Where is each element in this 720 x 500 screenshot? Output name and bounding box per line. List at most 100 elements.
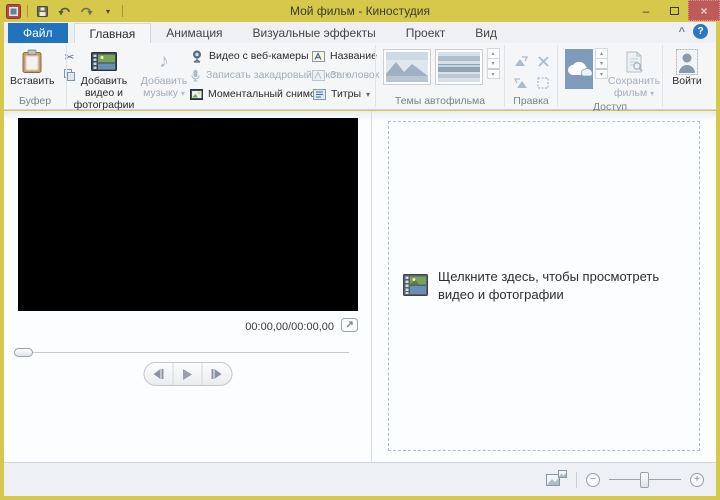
tab-animation[interactable]: Анимация: [151, 23, 237, 43]
video-preview[interactable]: [18, 118, 358, 311]
movie-maker-window: ▾ Мой фильм - Киностудия – × Файл Главна…: [0, 0, 720, 500]
time-row: 00:00,00/00:00,00: [245, 318, 358, 335]
group-add: Добавить видео и фотографии ♪ Добавить м…: [67, 43, 375, 109]
next-frame-button[interactable]: [202, 363, 231, 385]
tab-home[interactable]: Главная: [74, 23, 152, 43]
redo-icon[interactable]: [78, 3, 94, 19]
timecode: 00:00,00/00:00,00: [245, 321, 334, 333]
theme-contemporary-thumbnail[interactable]: [435, 49, 483, 85]
dropdown-icon: ▾: [366, 90, 370, 99]
statusbar-controls: − +: [546, 463, 704, 496]
caption-button[interactable]: Заголовок: [312, 67, 372, 83]
credits-button[interactable]: Титры ▾: [312, 86, 372, 102]
browse-media-dropzone[interactable]: Щелкните здесь, чтобы просмотреть видео …: [388, 121, 700, 451]
tabstrip-right-controls: ^ ?: [679, 24, 708, 39]
signin-button[interactable]: Войти: [669, 46, 704, 87]
qat-separator: [27, 5, 28, 17]
save-icon[interactable]: [34, 3, 50, 19]
credits-icon: [312, 89, 326, 100]
rotate-right-icon[interactable]: [512, 74, 530, 92]
caption-icon: [312, 70, 325, 81]
title-icon: [312, 51, 325, 62]
save-movie-icon: [625, 48, 643, 75]
tab-file[interactable]: Файл: [8, 23, 68, 43]
add-videos-photos-button[interactable]: Добавить видео и фотографии: [70, 46, 138, 111]
qat-customize-dropdown-icon[interactable]: ▾: [100, 3, 116, 19]
previous-frame-button[interactable]: [144, 363, 173, 385]
add-minicol-text: Название Заголовок Титры ▾: [312, 46, 372, 102]
snapshot-button[interactable]: Моментальный снимок: [190, 86, 312, 102]
seek-handle[interactable]: [14, 348, 33, 357]
undo-icon[interactable]: [56, 3, 72, 19]
app-icon[interactable]: [6, 4, 21, 19]
group-clipboard: Вставить ✂ Буфер: [4, 43, 66, 109]
paste-button[interactable]: Вставить: [7, 46, 58, 87]
group-label-edit: Правка: [505, 94, 557, 109]
ribbon-tabstrip: Файл Главная Анимация Визуальные эффекты…: [4, 22, 716, 43]
add-minicol-capture: Видео с веб-камеры Записать закадровый т…: [190, 46, 312, 102]
play-button[interactable]: [173, 363, 202, 385]
statusbar: − +: [4, 462, 716, 496]
record-narration-button[interactable]: Записать закадровый текст ▾: [190, 67, 312, 83]
group-label-signin: [663, 94, 711, 109]
dropdown-icon: ▾: [181, 89, 185, 98]
tab-project[interactable]: Проект: [391, 23, 461, 43]
zoom-slider[interactable]: [609, 472, 681, 488]
storyboard-pane: Щелкните здесь, чтобы просмотреть видео …: [372, 111, 716, 462]
onedrive-cloud-icon: [565, 60, 593, 78]
select-all-icon[interactable]: [534, 74, 552, 92]
title-button[interactable]: Название: [312, 48, 372, 64]
remove-icon[interactable]: [534, 52, 552, 70]
group-automovie-themes: ▴ ▾ ▾ Темы автофильма: [376, 43, 504, 109]
browse-media-hint: Щелкните здесь, чтобы просмотреть видео …: [438, 268, 685, 304]
group-share: ▴ ▾ ▾ Сохранить фильм ▾ Доступ: [558, 43, 662, 109]
webcam-video-button[interactable]: Видео с веб-камеры: [190, 48, 312, 64]
group-edit: Правка: [505, 43, 557, 109]
tab-view[interactable]: Вид: [460, 23, 512, 43]
share-more-icon[interactable]: ▾: [595, 68, 608, 79]
ribbon: Вставить ✂ Буфер Добавить видео и: [4, 43, 716, 110]
group-signin: Войти: [663, 43, 711, 109]
zoom-slider-handle[interactable]: [640, 472, 649, 488]
add-videos-photos-label: Добавить видео и фотографии: [73, 75, 135, 111]
seek-bar[interactable]: [17, 348, 349, 358]
microphone-icon: [190, 69, 201, 82]
content-area: 00:00,00/00:00,00: [4, 111, 716, 462]
add-music-button[interactable]: ♪ Добавить музыку ▾: [138, 46, 190, 99]
collapse-ribbon-icon[interactable]: ^: [679, 26, 685, 38]
tab-visual-effects[interactable]: Визуальные эффекты: [238, 23, 391, 43]
titlebar: ▾ Мой фильм - Киностудия – ×: [0, 0, 720, 22]
add-music-label: Добавить музыку ▾: [141, 75, 187, 99]
maximize-icon: [670, 7, 679, 15]
filmstrip-icon: [403, 273, 428, 300]
zoom-in-button[interactable]: +: [690, 473, 704, 487]
signin-label: Войти: [672, 75, 701, 87]
group-label-clipboard: Буфер: [4, 94, 66, 109]
help-icon[interactable]: ?: [693, 24, 708, 39]
fullscreen-icon[interactable]: [341, 318, 358, 335]
themes-more-icon[interactable]: ▾: [487, 68, 500, 79]
paste-label: Вставить: [10, 75, 55, 87]
qat-separator: [122, 5, 123, 17]
webcam-icon: [190, 50, 204, 63]
webcam-video-label: Видео с веб-камеры: [209, 50, 309, 62]
minimize-button[interactable]: –: [632, 0, 660, 21]
save-movie-button[interactable]: Сохранить фильм ▾: [608, 46, 660, 99]
dropdown-icon: ▾: [650, 89, 654, 98]
close-button[interactable]: ×: [688, 0, 720, 21]
onedrive-share-button[interactable]: [565, 49, 593, 89]
share-scroll-controls: ▴ ▾ ▾: [595, 49, 608, 79]
themes-scroll-controls: ▴ ▾ ▾: [487, 49, 500, 79]
preview-pane: 00:00,00/00:00,00: [4, 111, 371, 462]
snapshot-label: Моментальный снимок: [208, 88, 320, 100]
maximize-button[interactable]: [660, 0, 688, 21]
rotate-left-icon[interactable]: [512, 52, 530, 70]
seek-track[interactable]: [17, 352, 349, 354]
transport-controls: [143, 362, 232, 386]
zoom-out-button[interactable]: −: [586, 473, 600, 487]
quick-access-toolbar: ▾: [34, 3, 123, 19]
thumbnail-size-icon[interactable]: [546, 470, 567, 490]
caption-label: Заголовок: [330, 69, 379, 81]
snapshot-icon: [190, 89, 203, 100]
theme-default-thumbnail[interactable]: [383, 49, 431, 85]
